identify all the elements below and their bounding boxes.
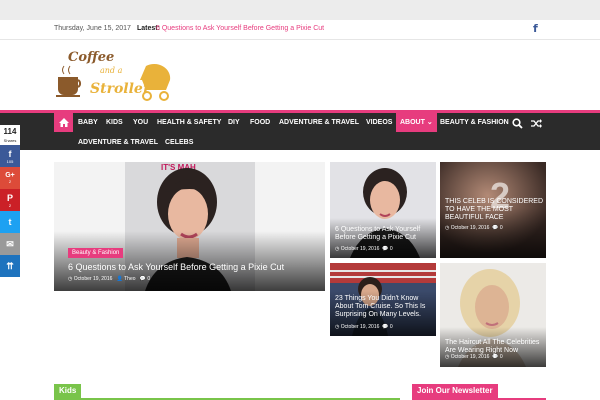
search-icon[interactable]	[512, 116, 523, 134]
nav-item-kids[interactable]: KIDS	[106, 113, 123, 132]
side-post-4-comments: 0	[499, 354, 503, 360]
side-post-1-comments: 0	[389, 246, 393, 252]
nav-item-adventure-travel[interactable]: ADVENTURE & TRAVEL	[279, 113, 359, 132]
side-post-2-meta: ◷ October 19, 2016 💬 0	[445, 225, 503, 231]
email-icon: ✉	[6, 238, 14, 249]
more-share-button[interactable]: ⇈	[0, 255, 20, 277]
home-icon	[58, 118, 69, 127]
nav-item-beauty-fashion[interactable]: BEAUTY & FASHION	[440, 113, 509, 132]
browser-top-strip	[0, 0, 600, 20]
chevron-down-icon: ⌄	[426, 119, 433, 126]
share-count: 114 Shares	[0, 125, 20, 145]
category-badge[interactable]: Beauty & Fashion	[68, 248, 124, 258]
nav-item-celebs[interactable]: CELEBS	[165, 133, 193, 152]
nav-item-food[interactable]: FOOD	[250, 113, 270, 132]
latest-news-link[interactable]: 6 Questions to Ask Yourself Before Getti…	[156, 25, 324, 32]
side-post-3-comments: 0	[389, 324, 393, 330]
share-count-label: Shares	[3, 138, 17, 143]
site-logo[interactable]: Coffee and a Stroller	[54, 44, 174, 104]
nav-item-adventure-travel-2[interactable]: ADVENTURE & TRAVEL	[78, 133, 158, 152]
top-bar: Thursday, June 15, 2017 Latest: 6 Questi…	[0, 20, 600, 40]
side-post-2-title[interactable]: THIS CELEB IS CONSIDERED TO HAVE THE MOS…	[445, 198, 545, 222]
nav-item-about-label: ABOUT	[400, 119, 425, 126]
side-post-1-date: October 19, 2016	[340, 246, 380, 252]
google-plus-share-button[interactable]: G+ 2	[0, 167, 20, 189]
featured-title[interactable]: 6 Questions to Ask Yourself Before Getti…	[68, 262, 325, 273]
side-post-1[interactable]: 6 Questions to Ask Yourself Before Getti…	[330, 162, 436, 258]
side-post-4-meta: ◷ October 19, 2016 💬 0	[445, 354, 503, 360]
facebook-icon[interactable]: f	[533, 22, 538, 35]
nav-item-videos[interactable]: VIDEOS	[366, 113, 392, 132]
side-post-4-title[interactable]: The Haircut All The Celebrities Are Wear…	[445, 339, 545, 355]
featured-date: October 19, 2016	[73, 276, 113, 282]
facebook-share-count: 105	[6, 158, 14, 164]
featured-meta: ◷ October 19, 2016 👤 Theo 💬 0	[68, 276, 151, 282]
newsletter-section-label: Join Our Newsletter	[412, 384, 498, 398]
nav-item-baby[interactable]: BABY	[78, 113, 98, 132]
kids-section-label[interactable]: Kids	[54, 384, 82, 398]
side-post-1-meta: ◷ October 19, 2016 💬 0	[335, 246, 393, 252]
main-nav: BABY KIDS YOU HEALTH & SAFETY DIY FOOD A…	[54, 113, 546, 149]
current-date: Thursday, June 15, 2017	[54, 25, 131, 32]
side-post-3-date: October 19, 2016	[340, 324, 380, 330]
facebook-icon: f	[8, 148, 12, 159]
side-post-3[interactable]: 23 Things You Didn't Know About Tom Crui…	[330, 263, 436, 336]
kids-section-header: Kids	[54, 380, 400, 400]
side-post-3-meta: ◷ October 19, 2016 💬 0	[335, 324, 393, 330]
nav-item-you[interactable]: YOU	[133, 113, 148, 132]
side-post-4[interactable]: The Haircut All The Celebrities Are Wear…	[440, 263, 546, 367]
logo-line1: Coffee	[68, 50, 114, 65]
pinterest-icon: P	[6, 192, 13, 203]
featured-overlay	[54, 231, 325, 291]
more-share-icon: ⇈	[6, 260, 14, 271]
shuffle-icon[interactable]	[531, 116, 542, 134]
nav-item-health-safety[interactable]: HEALTH & SAFETY	[157, 113, 221, 132]
twitter-icon: t	[8, 217, 12, 227]
twitter-share-button[interactable]: t	[0, 211, 20, 233]
featured-post[interactable]: IT'S MAH Beauty & Fashion 6 Questions to…	[54, 162, 325, 291]
logo-line2: and a	[100, 66, 123, 75]
social-share-bar: 114 Shares f 105 G+ 2 P2 t ✉ ⇈	[0, 125, 20, 277]
featured-author[interactable]: Theo	[124, 276, 135, 282]
share-count-number: 114	[3, 127, 17, 136]
featured-comments: 0	[147, 276, 151, 282]
side-post-4-date: October 19, 2016	[450, 354, 490, 360]
side-post-3-title[interactable]: 23 Things You Didn't Know About Tom Crui…	[335, 295, 436, 319]
facebook-share-button[interactable]: f 105	[0, 145, 20, 167]
home-button[interactable]	[54, 113, 73, 132]
pinterest-share-count: 2	[8, 202, 12, 208]
side-post-2-date: October 19, 2016	[450, 225, 490, 231]
google-plus-icon: G+	[5, 172, 15, 179]
side-post-1-title[interactable]: 6 Questions to Ask Yourself Before Getti…	[335, 226, 435, 242]
newsletter-section-header: Join Our Newsletter	[412, 380, 546, 400]
side-post-2[interactable]: 2 THIS CELEB IS CONSIDERED TO HAVE THE M…	[440, 162, 546, 258]
side-post-2-comments: 0	[499, 225, 503, 231]
logo-line3: Stroller	[90, 81, 152, 97]
nav-item-diy[interactable]: DIY	[228, 113, 240, 132]
pinterest-share-button[interactable]: P2	[0, 189, 20, 211]
nav-item-about[interactable]: ABOUT ⌄	[396, 113, 437, 132]
google-plus-share-count: 2	[8, 179, 12, 184]
email-share-button[interactable]: ✉	[0, 233, 20, 255]
